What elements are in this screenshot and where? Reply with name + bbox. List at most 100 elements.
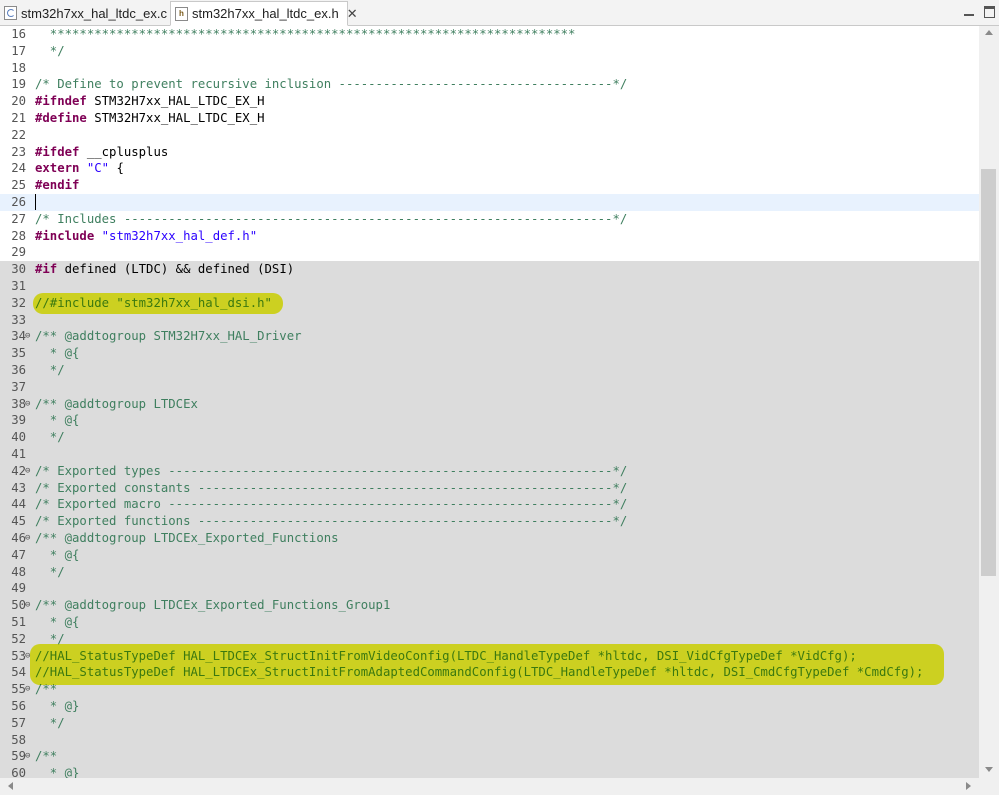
code-line[interactable]: 29	[0, 244, 979, 261]
horizontal-scrollbar[interactable]	[0, 778, 979, 795]
code-line[interactable]: 22	[0, 127, 979, 144]
fold-toggle-icon[interactable]: ⊖	[25, 328, 34, 345]
code-line[interactable]: 18	[0, 60, 979, 77]
fold-toggle-icon[interactable]: ⊖	[25, 463, 34, 480]
code-line[interactable]: 37	[0, 378, 979, 396]
code-line[interactable]: 36 */	[0, 362, 979, 379]
code-line[interactable]: 51 * @{	[0, 614, 979, 631]
comment-text: /** @addtogroup LTDCEx_Exported_Function…	[35, 598, 391, 613]
code-line[interactable]: 49	[0, 580, 979, 598]
code-line[interactable]: 26	[0, 194, 979, 211]
preprocessor-keyword: #if	[35, 262, 58, 277]
code-line[interactable]: 16 *************************************…	[0, 26, 979, 43]
code-text: #include "stm32h7xx_hal_def.h"	[35, 228, 257, 245]
maximize-button[interactable]	[981, 4, 997, 20]
line-number: 41	[11, 447, 26, 461]
code-text: */	[35, 43, 65, 60]
code-text: * @{	[35, 345, 80, 362]
close-tab-icon[interactable]: ✕	[347, 6, 358, 22]
line-number: 49	[11, 581, 26, 596]
code-line[interactable]: 17 */	[0, 43, 979, 60]
code-line[interactable]: 57 */	[0, 714, 979, 732]
scroll-up-icon[interactable]	[985, 30, 993, 35]
code-text: * @{	[35, 614, 80, 631]
line-number: 46	[11, 531, 26, 545]
text-caret	[35, 194, 36, 210]
code-line[interactable]: 19 /* Define to prevent recursive inclusi…	[0, 76, 979, 93]
preprocessor-keyword: #ifndef	[35, 94, 87, 109]
code-line[interactable]: 25 #endif	[0, 177, 979, 194]
code-line[interactable]: 23 #ifdef __cplusplus	[0, 144, 979, 161]
code-line[interactable]: 50 ⊖/** @addtogroup LTDCEx_Exported_Funct…	[0, 597, 979, 614]
comment-text: * @{	[35, 547, 80, 562]
vertical-scrollbar[interactable]	[979, 26, 999, 778]
scroll-down-icon[interactable]	[985, 767, 993, 772]
code-line[interactable]: 35 * @{	[0, 345, 979, 362]
scroll-right-icon[interactable]	[966, 782, 971, 790]
line-number: 40	[11, 430, 26, 445]
code-text: /* Exported functions ------------------…	[35, 513, 627, 530]
code-line[interactable]: 45 /* Exported functions ----------------…	[0, 513, 979, 530]
code-line[interactable]: 38 ⊖/** @addtogroup LTDCEx	[0, 395, 979, 413]
line-number: 36	[11, 363, 26, 377]
code-line[interactable]: 27 /* Includes --------------------------…	[0, 211, 979, 228]
code-text: /* Exported types ----------------------…	[35, 463, 627, 480]
code-line[interactable]: 47 * @{	[0, 546, 979, 564]
code-text: /** @addtogroup STM32H7xx_HAL_Driver	[35, 328, 302, 345]
minimize-button[interactable]	[961, 4, 977, 20]
vertical-scroll-thumb[interactable]	[981, 169, 996, 576]
code-token: STM32H7xx_HAL_LTDC_EX_H	[86, 94, 265, 109]
fold-toggle-icon[interactable]: ⊖	[25, 597, 34, 614]
code-line[interactable]: 41	[0, 446, 979, 463]
line-number: 26	[11, 195, 26, 209]
code-token: __cplusplus	[79, 144, 169, 159]
code-line[interactable]: 48 */	[0, 563, 979, 581]
code-line[interactable]: 40 */	[0, 429, 979, 446]
code-line[interactable]: 20 #ifndef STM32H7xx_HAL_LTDC_EX_H	[0, 93, 979, 110]
code-text: */	[35, 715, 65, 732]
fold-toggle-icon[interactable]: ⊖	[25, 681, 34, 698]
comment-text: /* Exported macro ----------------------…	[35, 497, 628, 512]
line-number: 21	[11, 111, 26, 125]
code-line[interactable]: 42 ⊖/* Exported types -------------------…	[0, 462, 979, 480]
line-number: 57	[11, 715, 26, 730]
code-line[interactable]: 21 #define STM32H7xx_HAL_LTDC_EX_H	[0, 110, 979, 127]
line-number: 16	[11, 27, 26, 41]
line-number: 44	[11, 497, 26, 512]
code-line[interactable]: 24 extern "C" {	[0, 160, 979, 177]
line-number: 23	[11, 144, 26, 159]
tab-ltdc-ex-c[interactable]: stm32h7xx_hal_ltdc_ex.c	[0, 1, 167, 25]
code-line[interactable]: 28 #include "stm32h7xx_hal_def.h"	[0, 228, 979, 245]
code-token: {	[109, 161, 124, 176]
code-text: */	[35, 362, 65, 379]
line-number: 58	[11, 732, 26, 747]
code-line[interactable]: 30 #if defined (LTDC) && defined (DSI)	[0, 261, 979, 278]
code-line[interactable]: 33	[0, 311, 979, 329]
code-text: #ifndef STM32H7xx_HAL_LTDC_EX_H	[35, 93, 265, 110]
scroll-left-icon[interactable]	[8, 782, 13, 790]
c-file-icon	[4, 6, 17, 20]
code-line[interactable]: 39 * @{	[0, 412, 979, 430]
comment-text: */	[35, 715, 65, 730]
line-number: 47	[11, 547, 26, 562]
code-token: defined (LTDC) && defined (DSI)	[57, 262, 295, 277]
h-file-icon: h	[175, 6, 188, 21]
code-line[interactable]: 56 * @}	[0, 698, 979, 715]
code-line[interactable]: 46 ⊖/** @addtogroup LTDCEx_Exported_Funct…	[0, 530, 979, 547]
line-number: 39	[11, 413, 26, 428]
code-line[interactable]: 43 /* Exported constants ----------------…	[0, 479, 979, 497]
code-line[interactable]: 34 ⊖/** @addtogroup STM32H7xx_HAL_Driver	[0, 328, 979, 346]
code-line[interactable]: 60 * @}	[0, 765, 979, 778]
comment-text: */	[35, 363, 65, 377]
code-line[interactable]: 58	[0, 731, 979, 749]
fold-toggle-icon[interactable]: ⊖	[25, 748, 34, 765]
fold-toggle-icon[interactable]: ⊖	[25, 530, 34, 547]
comment-text: */	[35, 430, 65, 445]
comment-text: */	[35, 43, 65, 58]
code-line[interactable]: 59 ⊖/**	[0, 748, 979, 766]
code-line[interactable]: 44 /* Exported macro --------------------…	[0, 496, 979, 514]
fold-toggle-icon[interactable]: ⊖	[25, 396, 34, 413]
code-text: /* Exported macro ----------------------…	[35, 496, 627, 513]
tab-ltdc-ex-h[interactable]: h stm32h7xx_hal_ltdc_ex.h ✕	[170, 1, 358, 26]
code-editor[interactable]: 16 *************************************…	[0, 26, 979, 778]
